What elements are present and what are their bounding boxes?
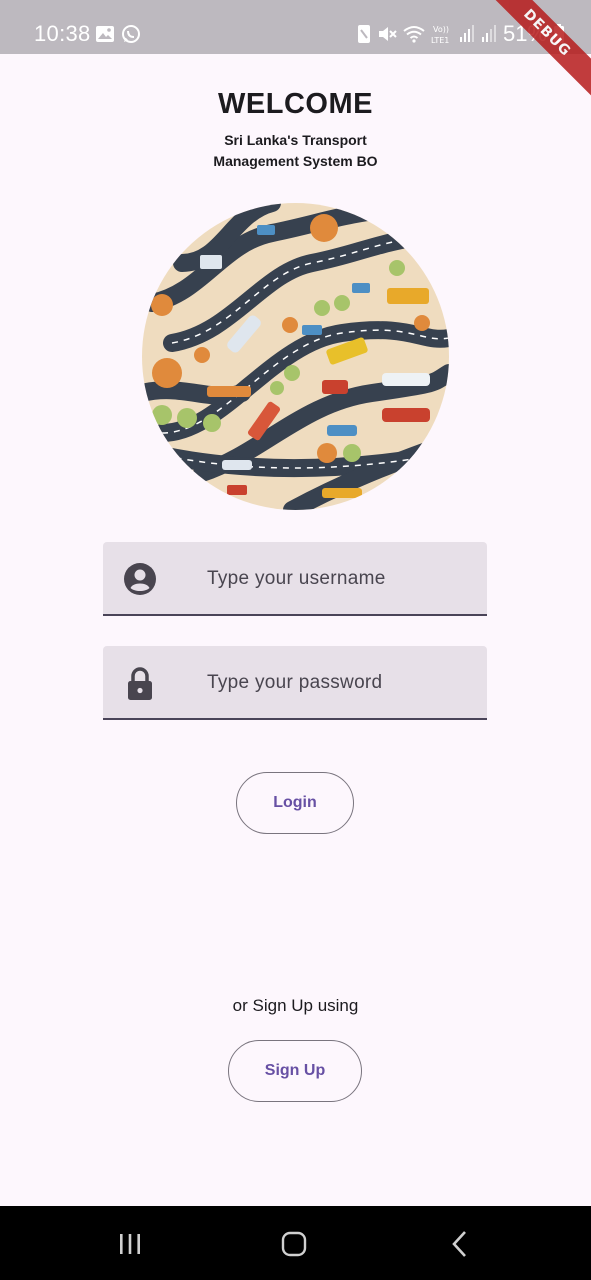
- password-input[interactable]: [205, 664, 469, 702]
- wifi-icon: [403, 25, 425, 43]
- username-field[interactable]: [103, 542, 487, 616]
- svg-text:Vo)): Vo)): [433, 25, 449, 34]
- signup-prompt: or Sign Up using: [232, 996, 359, 1015]
- status-bar: 10:38 Vo)) LTE1 51%: [0, 0, 591, 54]
- username-input[interactable]: [205, 560, 469, 598]
- app-subtitle: Sri Lanka's Transport Management System …: [0, 130, 591, 172]
- navigation-bar: [0, 1206, 591, 1280]
- status-time: 10:38: [34, 21, 91, 46]
- welcome-title: WELCOME: [218, 88, 373, 120]
- home-icon[interactable]: [274, 1228, 314, 1260]
- back-icon[interactable]: [440, 1228, 480, 1260]
- account-circle-icon: [123, 562, 157, 601]
- whatsapp-icon: [121, 24, 141, 44]
- password-field[interactable]: [103, 646, 487, 720]
- transport-map-illustration: [142, 203, 449, 510]
- signal-icon: [481, 25, 497, 43]
- gallery-icon: [95, 24, 115, 44]
- login-button[interactable]: Login: [236, 772, 354, 834]
- subtitle-line-1: Sri Lanka's Transport: [224, 132, 367, 148]
- nfc-icon: [357, 24, 371, 44]
- status-notification-icons: [95, 24, 141, 44]
- volte-icon: Vo)) LTE1: [431, 23, 453, 45]
- lock-icon: [123, 666, 157, 707]
- subtitle-line-2: Management System BO: [213, 153, 378, 169]
- svg-text:LTE1: LTE1: [431, 36, 449, 45]
- mute-icon: [377, 24, 397, 44]
- recent-apps-icon[interactable]: [110, 1228, 150, 1260]
- sign-up-button[interactable]: Sign Up: [228, 1040, 362, 1102]
- signal-icon: [459, 25, 475, 43]
